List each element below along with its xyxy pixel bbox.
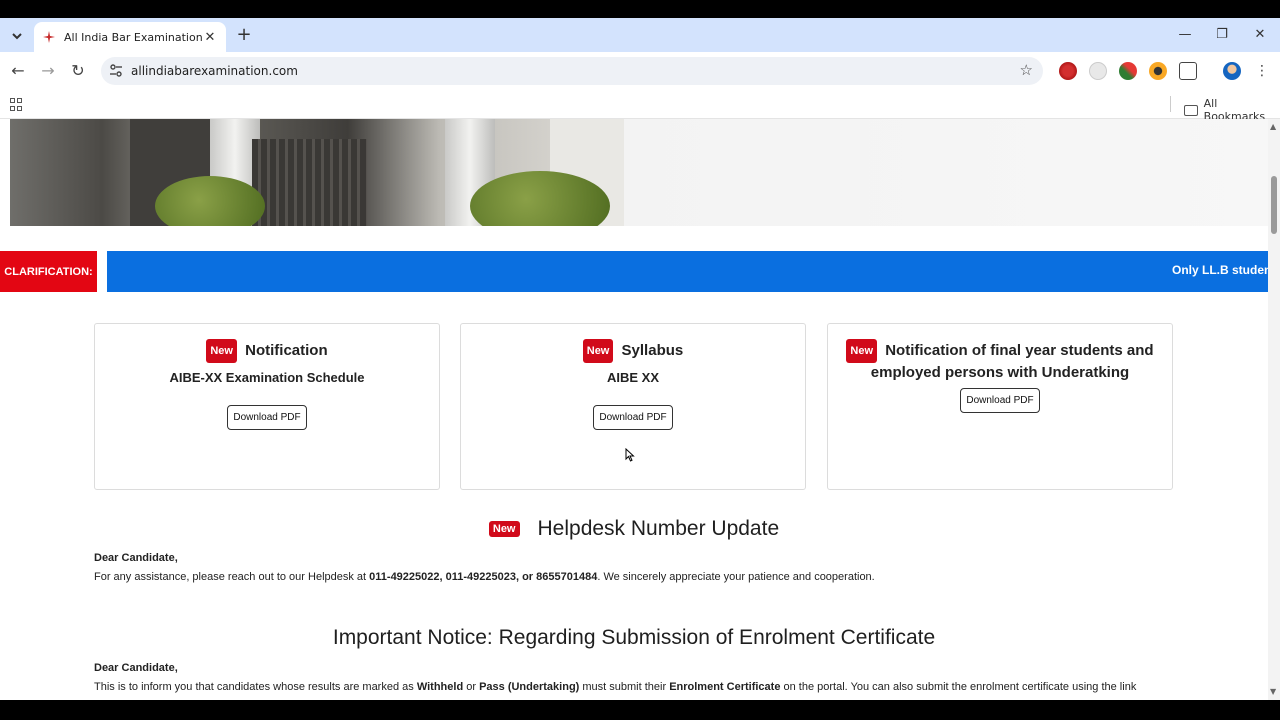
important-notice-heading: Important Notice: Regarding Submission o… (332, 626, 936, 649)
scroll-up-arrow-icon[interactable]: ▲ (1270, 122, 1276, 131)
url-text: allindiabarexamination.com (131, 64, 298, 78)
profile-avatar[interactable] (1223, 62, 1241, 80)
reload-button[interactable]: ↻ (67, 60, 89, 82)
card-heading: New Notification (95, 339, 439, 363)
ticker-text[interactable]: Only LL.B student (1172, 263, 1268, 277)
notice-greeting: Dear Candidate, (94, 662, 178, 674)
active-tab[interactable]: All India Bar Examination ✕ (34, 22, 226, 52)
browser-chrome: All India Bar Examination ✕ + — ❐ ✕ ← → … (0, 18, 1280, 123)
clarification-label: CLARIFICATION: (0, 251, 97, 292)
folder-icon (1184, 104, 1198, 116)
extension-red-icon[interactable] (1059, 62, 1077, 80)
vertical-scrollbar[interactable]: ▲ ▼ (1268, 119, 1280, 700)
download-pdf-button[interactable]: Download PDF (960, 388, 1040, 413)
tab-search-button[interactable] (6, 25, 28, 47)
tab-bar: All India Bar Examination ✕ + — ❐ ✕ (0, 18, 1280, 52)
download-pdf-button[interactable]: Download PDF (593, 405, 673, 430)
forward-button[interactable]: → (37, 60, 59, 82)
building-photo (10, 119, 624, 226)
site-favicon-icon (43, 31, 55, 43)
close-tab-icon[interactable]: ✕ (202, 30, 218, 45)
extensions-puzzle-icon[interactable] (1179, 62, 1197, 80)
notice-text: on the portal. You can also submit the e… (780, 681, 1137, 693)
notice-text: or (463, 681, 480, 693)
card-subtitle: AIBE XX (606, 370, 659, 385)
helpdesk-numbers: 011-49225022, 011-49225023, or 865570148… (369, 571, 598, 583)
notice-bold: Enrolment Certificate (669, 681, 781, 693)
card-heading: New Syllabus (461, 339, 805, 363)
helpdesk-greeting: Dear Candidate, (94, 552, 178, 564)
card-title: Notification (245, 341, 328, 359)
download-pdf-button[interactable]: Download PDF (227, 405, 307, 430)
notice-text: must submit their (579, 681, 670, 693)
new-badge: New (846, 339, 878, 363)
page-viewport: CLARIFICATION: Only LL.B student New Not… (0, 119, 1268, 700)
helpdesk-message: For any assistance, please reach out to … (94, 571, 875, 583)
back-button[interactable]: ← (7, 60, 29, 82)
syllabus-card: New Syllabus AIBE XX Download PDF (460, 323, 806, 490)
tab-title: All India Bar Examination (64, 30, 202, 44)
new-badge: New (582, 339, 614, 363)
notice-bold: Pass (Undertaking) (479, 681, 580, 693)
helpdesk-heading: New Helpdesk Number Update (0, 517, 1268, 541)
site-info-icon[interactable] (109, 63, 123, 79)
new-badge: New (206, 339, 237, 363)
new-tab-button[interactable]: + (234, 25, 254, 45)
bookmarks-divider (1170, 96, 1171, 112)
notice-bold: Withheld (416, 681, 464, 693)
chevron-down-icon (12, 33, 22, 40)
card-heading: New Notification of final year students … (828, 339, 1172, 383)
news-ticker: Only LL.B student (107, 251, 1268, 292)
helpdesk-text-end: . We sincerely appreciate your patience … (597, 571, 875, 583)
address-bar[interactable]: allindiabarexamination.com ☆ (101, 57, 1043, 85)
apps-grid-icon[interactable] (10, 98, 23, 111)
door-grille (252, 139, 367, 226)
extension-gray-icon[interactable] (1089, 62, 1107, 80)
screen-bottom-edge (0, 700, 1280, 720)
mouse-cursor-icon (625, 448, 635, 462)
new-badge: New (488, 521, 520, 538)
close-window-button[interactable]: ✕ (1246, 24, 1274, 46)
notice-message: This is to inform you that candidates wh… (94, 681, 1136, 693)
extension-yellow-icon[interactable] (1149, 62, 1167, 80)
menu-kebab-icon[interactable]: ⋮ (1251, 60, 1273, 82)
scroll-down-arrow-icon[interactable]: ▼ (1270, 687, 1276, 696)
helpdesk-title: Helpdesk Number Update (537, 517, 780, 540)
helpdesk-text: For any assistance, please reach out to … (94, 571, 370, 583)
notification-card: New Notification AIBE-XX Examination Sch… (94, 323, 440, 490)
scroll-thumb[interactable] (1271, 176, 1277, 234)
card-title: Syllabus (621, 341, 684, 359)
notice-text: This is to inform you that candidates wh… (94, 681, 417, 693)
extension-green-icon[interactable] (1119, 62, 1137, 80)
final-year-notification-card: New Notification of final year students … (827, 323, 1173, 490)
hero-background (624, 119, 1268, 226)
bookmark-star-icon[interactable]: ☆ (1020, 61, 1033, 79)
navigation-toolbar: ← → ↻ allindiabarexamination.com ☆ ⋮ (0, 52, 1280, 90)
card-title: Notification of final year students and … (870, 341, 1154, 381)
restore-button[interactable]: ❐ (1208, 24, 1236, 46)
bookmarks-bar: All Bookmarks (0, 90, 1280, 123)
minimize-button[interactable]: — (1171, 24, 1199, 46)
card-subtitle: AIBE-XX Examination Schedule (169, 370, 365, 385)
